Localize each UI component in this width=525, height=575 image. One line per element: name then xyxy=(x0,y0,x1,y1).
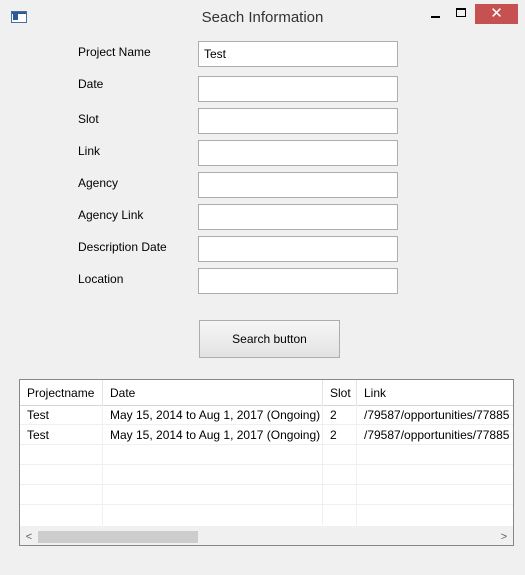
window-left-edge xyxy=(0,0,6,575)
table-row[interactable]: Test May 15, 2014 to Aug 1, 2017 (Ongoin… xyxy=(20,405,513,425)
minimize-button[interactable] xyxy=(423,4,447,24)
scroll-left-icon[interactable]: < xyxy=(20,528,38,545)
empty-cell xyxy=(323,505,357,525)
title-bar[interactable]: Seach Information ✕ xyxy=(0,0,525,34)
minimize-icon xyxy=(431,16,440,18)
cell-slot[interactable]: 2 xyxy=(323,405,357,425)
date-input[interactable] xyxy=(198,76,398,102)
empty-cell xyxy=(20,445,103,465)
empty-cell xyxy=(357,485,513,505)
empty-cell xyxy=(103,505,323,525)
slot-label: Slot xyxy=(78,112,99,126)
empty-cell xyxy=(357,505,513,525)
cell-date[interactable]: May 15, 2014 to Aug 1, 2017 (Ongoing) xyxy=(103,405,323,425)
grid-header: Projectname Date Slot Link xyxy=(20,380,513,406)
empty-cell xyxy=(103,445,323,465)
cell-slot[interactable]: 2 xyxy=(323,425,357,445)
empty-row xyxy=(20,485,513,505)
empty-cell xyxy=(323,445,357,465)
maximize-icon xyxy=(456,8,466,17)
results-grid[interactable]: Projectname Date Slot Link Test May 15, … xyxy=(19,379,514,546)
cell-link[interactable]: /79587/opportunities/77885 xyxy=(357,425,513,445)
description-date-input[interactable] xyxy=(198,236,398,262)
column-header-link[interactable]: Link xyxy=(357,380,513,406)
empty-cell xyxy=(103,485,323,505)
empty-cell xyxy=(357,445,513,465)
maximize-button[interactable] xyxy=(450,4,474,24)
link-input[interactable] xyxy=(198,140,398,166)
cell-projectname[interactable]: Test xyxy=(20,405,103,425)
horizontal-scrollbar[interactable]: < > xyxy=(20,527,513,545)
close-icon: ✕ xyxy=(490,5,503,22)
search-button[interactable]: Search button xyxy=(199,320,340,358)
empty-row xyxy=(20,505,513,527)
empty-row xyxy=(20,465,513,485)
empty-cell xyxy=(357,465,513,485)
column-header-projectname[interactable]: Projectname xyxy=(20,380,103,406)
column-header-date[interactable]: Date xyxy=(103,380,323,406)
location-input[interactable] xyxy=(198,268,398,294)
empty-cell xyxy=(20,505,103,525)
empty-cell xyxy=(20,465,103,485)
project-name-input[interactable] xyxy=(198,41,398,67)
date-label: Date xyxy=(78,77,104,91)
empty-cell xyxy=(323,465,357,485)
location-label: Location xyxy=(78,272,124,286)
column-header-slot[interactable]: Slot xyxy=(323,380,357,406)
empty-cell xyxy=(323,485,357,505)
scrollbar-thumb[interactable] xyxy=(38,531,198,543)
table-row[interactable]: Test May 15, 2014 to Aug 1, 2017 (Ongoin… xyxy=(20,425,513,445)
description-date-label: Description Date xyxy=(78,240,167,254)
slot-input[interactable] xyxy=(198,108,398,134)
scroll-right-icon[interactable]: > xyxy=(495,528,513,545)
agency-link-label: Agency Link xyxy=(78,208,144,222)
agency-link-input[interactable] xyxy=(198,204,398,230)
agency-label: Agency xyxy=(78,176,119,190)
project-name-label: Project Name xyxy=(78,45,151,59)
cell-date[interactable]: May 15, 2014 to Aug 1, 2017 (Ongoing) xyxy=(103,425,323,445)
cell-projectname[interactable]: Test xyxy=(20,425,103,445)
link-label: Link xyxy=(78,144,101,158)
cell-link[interactable]: /79587/opportunities/77885 xyxy=(357,405,513,425)
close-button[interactable]: ✕ xyxy=(475,4,518,24)
empty-cell xyxy=(103,465,323,485)
empty-row xyxy=(20,445,513,465)
empty-cell xyxy=(20,485,103,505)
agency-input[interactable] xyxy=(198,172,398,198)
